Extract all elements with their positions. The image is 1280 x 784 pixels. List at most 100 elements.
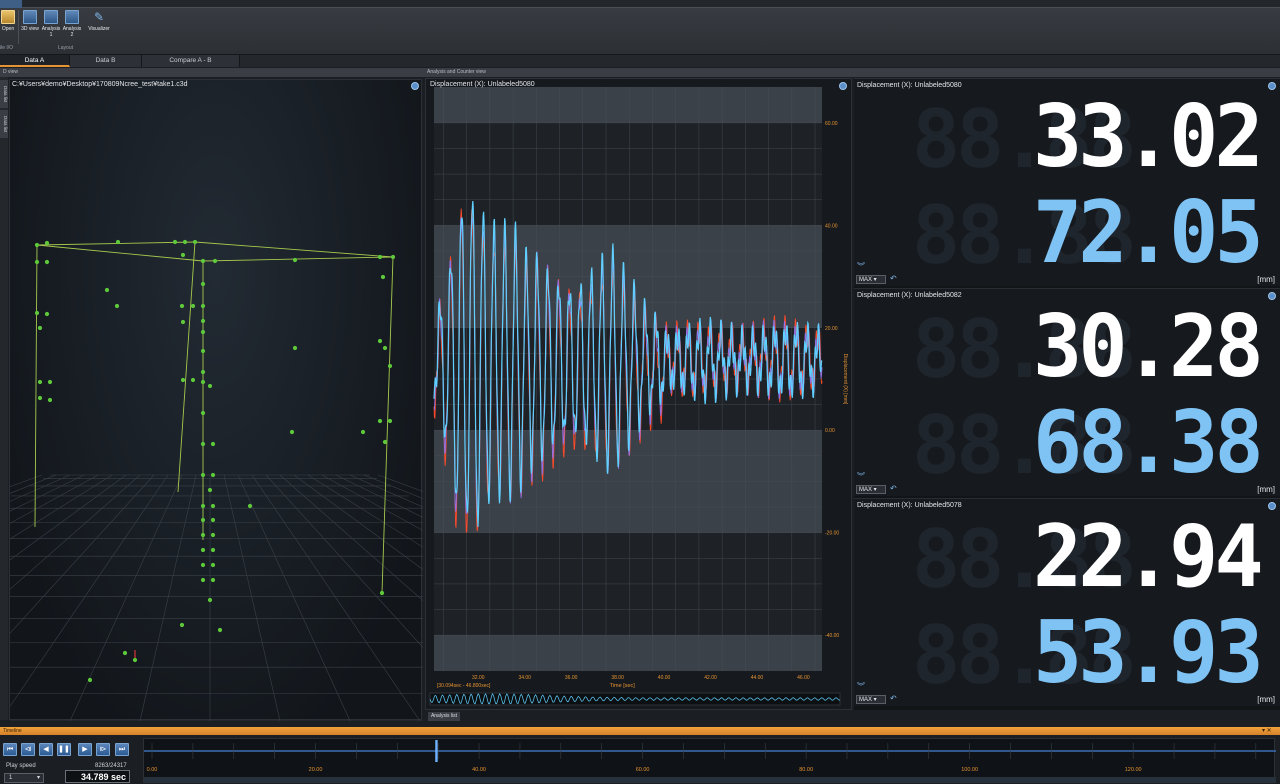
- analysis-2-button[interactable]: Analysis 2: [62, 10, 82, 38]
- timeline-tick-label: 0.00: [147, 767, 158, 773]
- tab-data-a[interactable]: Data A: [0, 55, 70, 67]
- marker-point: [182, 239, 188, 245]
- meter-options-icon[interactable]: [1268, 502, 1276, 510]
- timeline-tick-label: 120.00: [1125, 767, 1142, 773]
- marker-point: [377, 338, 383, 344]
- plot-band: [434, 87, 822, 123]
- x-tick-label: 34.00: [518, 675, 531, 681]
- meter-title: Displacement (X): Unlabeled5082: [857, 292, 962, 299]
- play-speed-select[interactable]: 1 ▾: [4, 773, 44, 783]
- view-options-icon[interactable]: [411, 82, 419, 90]
- marker-point: [87, 677, 93, 683]
- marker-point: [387, 418, 393, 424]
- timeline-pin-icon[interactable]: ▾ ✕: [1262, 727, 1272, 734]
- skip-start-icon[interactable]: ⏮: [3, 743, 17, 756]
- meter-unit: [mm]: [1257, 695, 1275, 704]
- current-time-field[interactable]: 34.789 sec: [65, 770, 130, 783]
- analysis-1-button[interactable]: Analysis 1: [41, 10, 61, 38]
- meter-value-bottom: 68.38: [1033, 393, 1264, 493]
- grid-line: [10, 474, 99, 524]
- chevron-down-icon[interactable]: ︾: [857, 261, 865, 272]
- x-tick-label: 46.00: [797, 675, 810, 681]
- play-reverse-icon[interactable]: ◀: [39, 743, 53, 756]
- chart-options-icon[interactable]: [839, 82, 847, 90]
- marker-point: [200, 517, 206, 523]
- tab-data-b[interactable]: Data B: [70, 55, 142, 67]
- step-back-icon[interactable]: ⧏: [21, 743, 35, 756]
- mode-select[interactable]: MAX ▾: [856, 485, 886, 494]
- timeline-tick-label: 20.00: [309, 767, 323, 773]
- tab-analysis-list[interactable]: Analysis list: [428, 712, 460, 721]
- skip-end-icon[interactable]: ⏭: [115, 743, 129, 756]
- grid-line: [321, 474, 423, 531]
- counter-meter: Displacement (X): Unlabeled5082 88.88 30…: [854, 288, 1280, 496]
- folder-open-icon: [1, 10, 15, 24]
- chevron-down-icon: ▾: [36, 775, 40, 781]
- side-tab-strip: Data list Data list: [0, 77, 8, 720]
- displacement-chart-panel: 60.00 40.00 20.00 0.00 -20.00 -40.00 32.00 34.0…: [425, 78, 852, 710]
- meter-options-icon[interactable]: [1268, 82, 1276, 90]
- tab-compare-a-b[interactable]: Compare A - B: [142, 55, 240, 67]
- marker-point: [210, 472, 216, 478]
- grid-line: [10, 474, 43, 488]
- grid-line: [10, 474, 71, 502]
- visualizer-button[interactable]: ✎ Visualizer: [86, 10, 112, 32]
- marker-point: [190, 303, 196, 309]
- grid-line: [363, 474, 423, 499]
- grid-line: [10, 474, 169, 707]
- grid-line: [10, 474, 155, 634]
- mode-select[interactable]: MAX ▾: [856, 275, 886, 284]
- mode-select[interactable]: MAX ▾: [856, 695, 886, 704]
- chevron-down-icon[interactable]: ︾: [857, 681, 865, 692]
- visualizer-icon: ✎: [93, 10, 105, 24]
- 3d-view-button[interactable]: 3D view: [20, 10, 40, 32]
- meter-options-icon[interactable]: [1268, 292, 1276, 300]
- displacement-chart[interactable]: 60.00 40.00 20.00 0.00 -20.00 -40.00 32.00 34.0…: [426, 79, 853, 711]
- 3d-viewport[interactable]: [9, 79, 423, 721]
- marker-point: [34, 259, 40, 265]
- marker-point: [377, 418, 383, 424]
- marker-point: [115, 239, 121, 245]
- reset-icon[interactable]: ↶: [890, 694, 897, 703]
- marker-point: [132, 657, 138, 663]
- frame-edge: [36, 244, 204, 262]
- marker-point: [200, 369, 206, 375]
- marker-point: [210, 441, 216, 447]
- 3d-scene[interactable]: [10, 80, 423, 721]
- marker-point: [200, 303, 206, 309]
- chevron-down-icon[interactable]: ︾: [857, 471, 865, 482]
- meter-value-top: 33.02: [1033, 87, 1264, 187]
- side-tab-data-list[interactable]: Data list: [0, 80, 8, 108]
- app-menu-button[interactable]: [0, 0, 22, 8]
- meter-unit: [mm]: [1257, 485, 1275, 494]
- file-path: C:¥Users¥demo¥Desktop¥170809Ncree_test¥t…: [12, 81, 188, 88]
- pause-icon[interactable]: ❚❚: [57, 743, 71, 756]
- y-tick-label: 0.00: [825, 428, 835, 434]
- play-speed-label: Play speed: [6, 763, 36, 769]
- marker-point: [200, 410, 206, 416]
- frame-counter: 8263/24317: [95, 763, 127, 769]
- timeline-header: Timeline: [0, 727, 1280, 735]
- step-forward-icon[interactable]: ⧐: [96, 743, 110, 756]
- marker-point: [360, 429, 366, 435]
- grid-line: [139, 474, 197, 721]
- marker-point: [34, 310, 40, 316]
- analysis-layout-2-icon: [65, 10, 79, 24]
- grid-line: [237, 474, 351, 721]
- play-icon[interactable]: ▶: [78, 743, 92, 756]
- grid-line: [293, 474, 423, 570]
- view3d-panel-header: D view: [0, 68, 424, 77]
- 3d-view-icon: [23, 10, 37, 24]
- reset-icon[interactable]: ↶: [890, 274, 897, 283]
- time-range-label: [30.094sec - 46.800sec]: [437, 683, 491, 689]
- reset-icon[interactable]: ↶: [890, 484, 897, 493]
- timeline-scale[interactable]: 0.00 20.00 40.00 60.00 80.00 100.00 120.00: [144, 739, 1276, 784]
- ribbon-separator: [18, 10, 19, 44]
- marker-point: [172, 239, 178, 245]
- marker-point: [34, 242, 40, 248]
- timeline-track[interactable]: 0.00 20.00 40.00 60.00 80.00 100.00 120.00: [143, 738, 1276, 784]
- timeline-tick-label: 100.00: [961, 767, 978, 773]
- timeline-cursor: [435, 740, 438, 762]
- open-button[interactable]: Open: [0, 10, 18, 32]
- side-tab-data-list-2[interactable]: Data list: [0, 110, 8, 138]
